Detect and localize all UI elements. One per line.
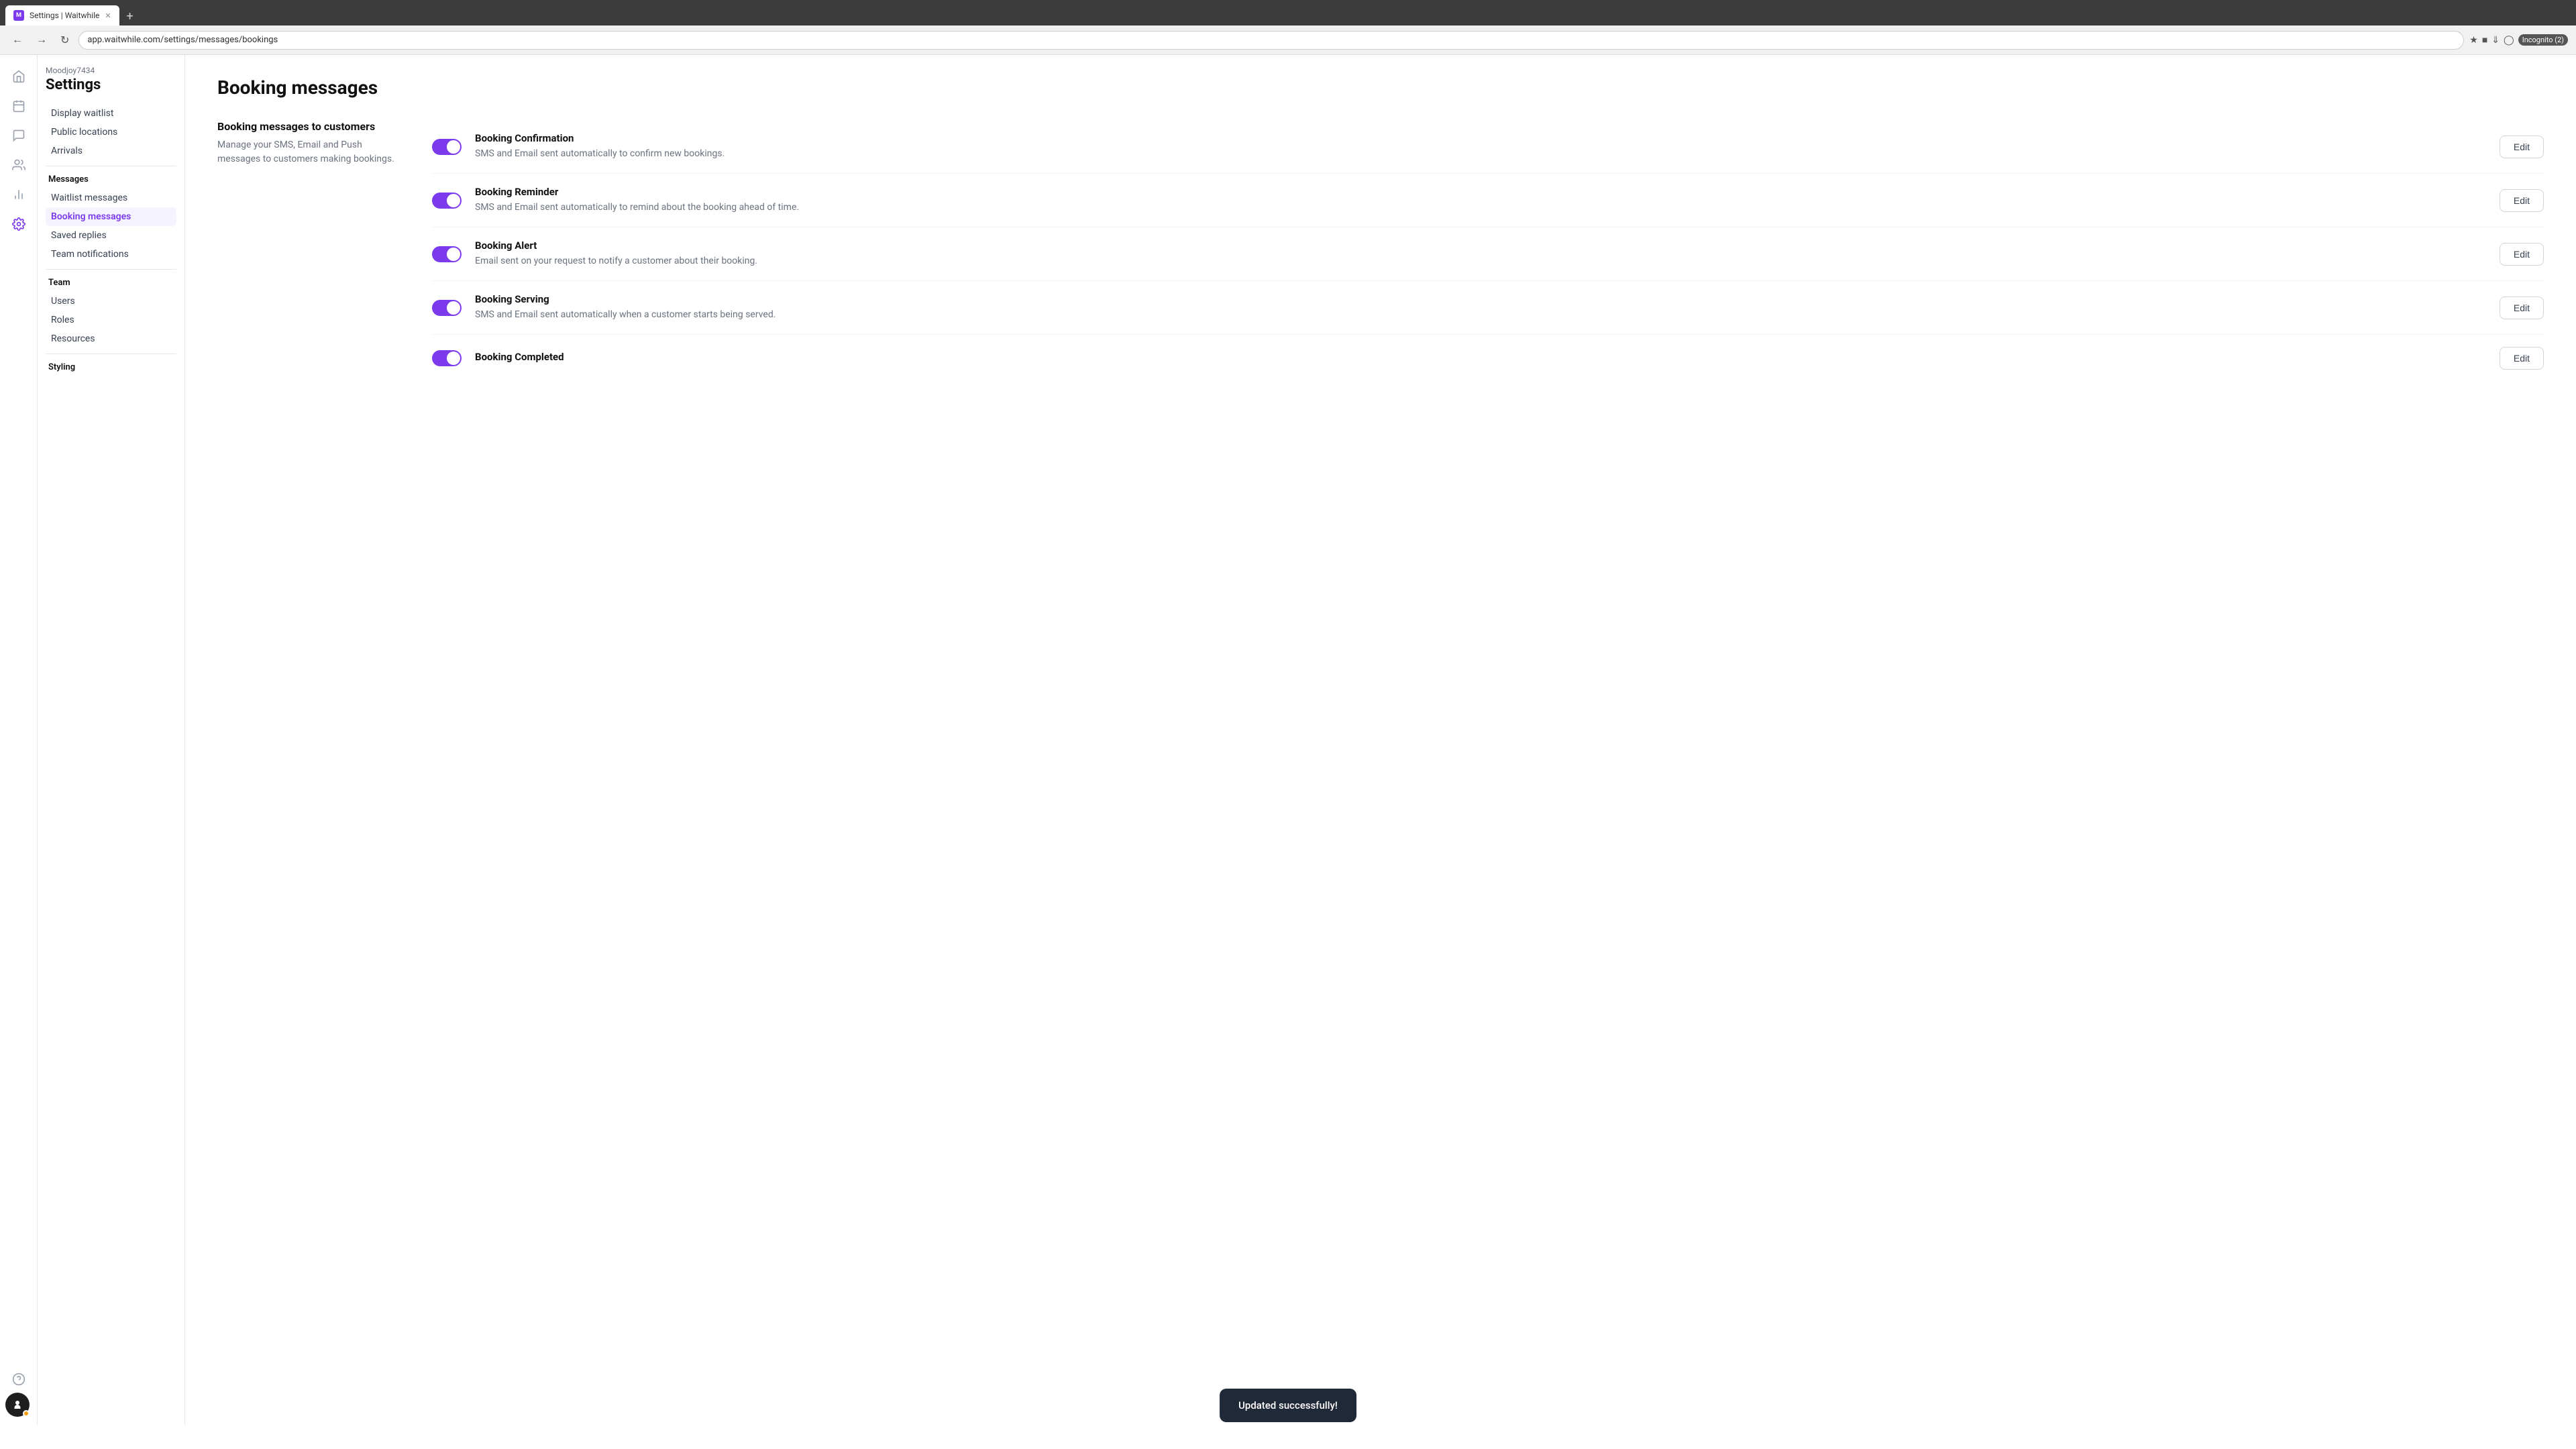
message-row: Booking Confirmation SMS and Email sent … (432, 120, 2544, 174)
icon-nav (0, 55, 38, 1425)
new-tab-button[interactable]: + (121, 7, 140, 25)
profile-icon[interactable]: ◯ (2504, 35, 2514, 46)
nav-icon-help[interactable] (5, 1366, 32, 1393)
message-info-3: Booking Serving SMS and Email sent autom… (475, 293, 2486, 322)
sidebar-link-waitlist-messages[interactable]: Waitlist messages (46, 189, 176, 207)
sidebar-link-arrivals[interactable]: Arrivals (46, 142, 176, 160)
tab-title: Settings | Waitwhile (30, 11, 99, 20)
sidebar-divider-2 (46, 269, 176, 270)
sidebar-section-messages: Messages (46, 174, 176, 184)
message-title-1: Booking Reminder (475, 186, 2486, 198)
toggle-knob-0 (447, 140, 460, 154)
main-content: Booking messages Booking messages to cus… (185, 55, 2576, 1425)
section-container: Booking messages to customers Manage you… (217, 120, 2544, 382)
toggle-knob-3 (447, 301, 460, 315)
toggle-3[interactable] (432, 300, 462, 316)
message-info-0: Booking Confirmation SMS and Email sent … (475, 132, 2486, 161)
sidebar-link-resources[interactable]: Resources (46, 329, 176, 348)
message-info-4: Booking Completed (475, 351, 2486, 366)
toast-message: Updated successfully! (1238, 1399, 1338, 1411)
user-avatar[interactable] (5, 1393, 30, 1417)
message-row: Booking Reminder SMS and Email sent auto… (432, 174, 2544, 227)
url-text: app.waitwhile.com/settings/messages/book… (87, 35, 278, 45)
toggle-4[interactable] (432, 350, 462, 366)
nav-icon-chat[interactable] (5, 122, 32, 149)
toggle-knob-4 (447, 352, 460, 365)
message-desc-3: SMS and Email sent automatically when a … (475, 308, 2486, 322)
message-title-4: Booking Completed (475, 351, 2486, 363)
edit-button-1[interactable]: Edit (2500, 189, 2544, 212)
address-bar[interactable]: app.waitwhile.com/settings/messages/book… (78, 31, 2464, 50)
message-row: Booking Alert Email sent on your request… (432, 227, 2544, 281)
message-title-0: Booking Confirmation (475, 132, 2486, 144)
message-info-2: Booking Alert Email sent on your request… (475, 239, 2486, 268)
sidebar-link-display-waitlist[interactable]: Display waitlist (46, 104, 176, 123)
sidebar-link-roles[interactable]: Roles (46, 311, 176, 329)
tab-close-button[interactable]: ✕ (105, 11, 111, 20)
sidebar: Moodjoy7434 Settings Display waitlist Pu… (38, 55, 185, 1425)
sidebar-link-booking-messages[interactable]: Booking messages (46, 207, 176, 226)
edit-button-0[interactable]: Edit (2500, 136, 2544, 158)
active-tab[interactable]: M Settings | Waitwhile ✕ (5, 5, 119, 25)
toast-notification: Updated successfully! (1220, 1389, 1356, 1422)
message-info-1: Booking Reminder SMS and Email sent auto… (475, 186, 2486, 215)
nav-icons: ★ ■ ⇓ ◯ Incognito (2) (2469, 34, 2568, 46)
tab-bar: M Settings | Waitwhile ✕ + (0, 0, 2576, 25)
tab-favicon: M (13, 10, 24, 21)
back-button[interactable]: ← (8, 32, 27, 49)
message-row: Booking Completed Edit (432, 335, 2544, 382)
nav-icon-settings[interactable] (5, 211, 32, 237)
extensions-icon[interactable]: ■ (2482, 34, 2487, 46)
sidebar-section-styling: Styling (46, 362, 176, 372)
sidebar-link-users[interactable]: Users (46, 292, 176, 311)
toggle-knob-1 (447, 194, 460, 207)
page-title: Booking messages (217, 76, 2544, 99)
toggle-2[interactable] (432, 246, 462, 262)
app-layout: Moodjoy7434 Settings Display waitlist Pu… (0, 55, 2576, 1425)
sidebar-link-saved-replies[interactable]: Saved replies (46, 226, 176, 245)
nav-icon-calendar[interactable] (5, 93, 32, 119)
message-desc-0: SMS and Email sent automatically to conf… (475, 147, 2486, 161)
sidebar-link-public-locations[interactable]: Public locations (46, 123, 176, 142)
nav-icon-users[interactable] (5, 152, 32, 178)
section-right: Booking Confirmation SMS and Email sent … (432, 120, 2544, 382)
section-left-desc: Manage your SMS, Email and Push messages… (217, 138, 405, 166)
sidebar-link-team-notifications[interactable]: Team notifications (46, 245, 176, 264)
toggle-0[interactable] (432, 139, 462, 155)
nav-icon-home[interactable] (5, 63, 32, 90)
reload-button[interactable]: ↻ (56, 31, 73, 50)
section-left: Booking messages to customers Manage you… (217, 120, 405, 382)
edit-button-4[interactable]: Edit (2500, 347, 2544, 370)
message-desc-1: SMS and Email sent automatically to remi… (475, 201, 2486, 215)
sidebar-title: Settings (46, 76, 176, 93)
edit-button-2[interactable]: Edit (2500, 243, 2544, 266)
bookmark-icon[interactable]: ★ (2469, 35, 2478, 46)
toggle-knob-2 (447, 248, 460, 261)
message-title-3: Booking Serving (475, 293, 2486, 305)
edit-button-3[interactable]: Edit (2500, 297, 2544, 319)
sidebar-account: Moodjoy7434 (46, 66, 176, 75)
incognito-badge[interactable]: Incognito (2) (2518, 34, 2568, 46)
download-icon[interactable]: ⇓ (2491, 35, 2500, 46)
message-title-2: Booking Alert (475, 239, 2486, 252)
sidebar-section-team: Team (46, 278, 176, 288)
nav-bar: ← → ↻ app.waitwhile.com/settings/message… (0, 25, 2576, 55)
nav-icon-chart[interactable] (5, 181, 32, 208)
section-left-title: Booking messages to customers (217, 120, 405, 133)
message-desc-2: Email sent on your request to notify a c… (475, 254, 2486, 268)
toggle-1[interactable] (432, 193, 462, 209)
message-row: Booking Serving SMS and Email sent autom… (432, 281, 2544, 335)
avatar-status-dot (23, 1410, 30, 1417)
forward-button[interactable]: → (32, 32, 51, 49)
